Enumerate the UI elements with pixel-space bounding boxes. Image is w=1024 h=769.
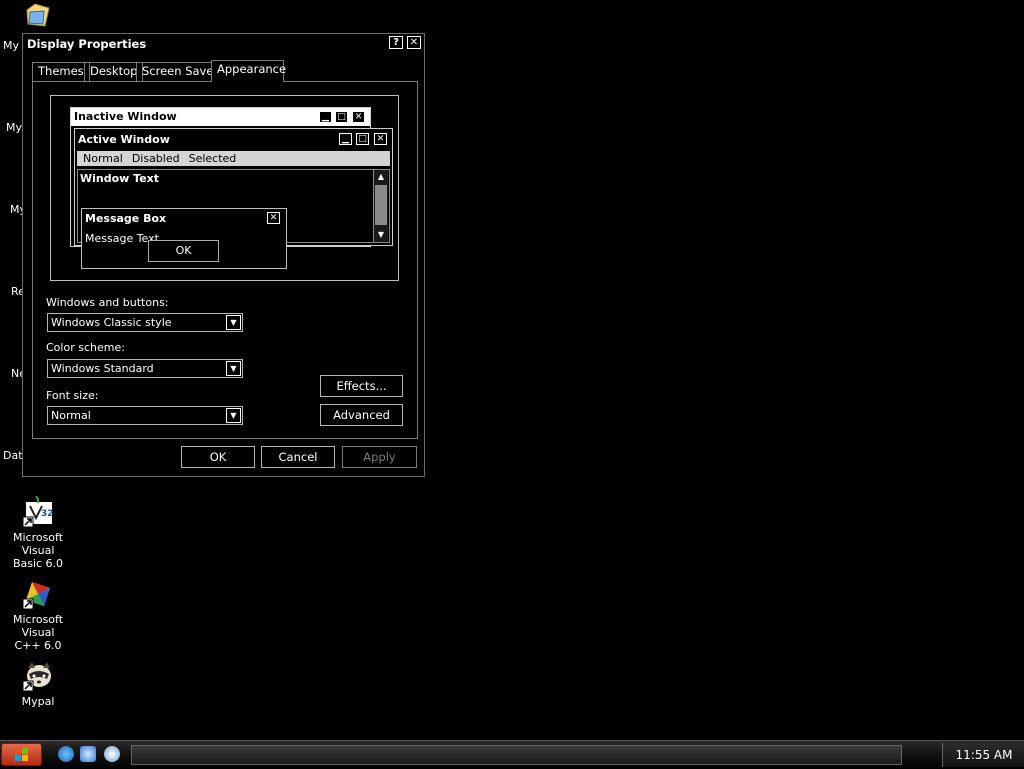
windows-buttons-select[interactable]: Windows Classic style ▼	[47, 313, 243, 332]
advanced-button[interactable]: Advanced	[320, 404, 403, 426]
effects-button[interactable]: Effects...	[320, 375, 403, 397]
close-icon: ✕	[352, 111, 365, 123]
desktop-icon-label: Mypal	[21, 695, 55, 708]
taskbar: 11:55 AM	[0, 740, 1024, 769]
cancel-button[interactable]: Cancel	[261, 446, 335, 468]
menu-selected: Selected	[188, 152, 237, 165]
visual-cpp-icon	[22, 578, 54, 610]
windows-buttons-value: Windows Classic style	[51, 316, 172, 329]
menu-disabled: Disabled	[131, 152, 180, 165]
minimize-icon: ▁	[319, 111, 332, 123]
windows-buttons-label: Windows and buttons:	[46, 296, 169, 309]
tab-themes[interactable]: Themes	[32, 62, 90, 81]
chevron-down-icon[interactable]: ▼	[226, 315, 241, 330]
preview-message-box: Message Box ✕ Message Text OK	[81, 208, 287, 269]
clock[interactable]: 11:55 AM	[942, 743, 1024, 767]
windows-logo-icon	[15, 748, 28, 761]
color-scheme-label: Color scheme:	[46, 341, 125, 354]
color-scheme-value: Windows Standard	[51, 362, 154, 375]
outlook-express-icon[interactable]	[80, 746, 96, 762]
tab-appearance[interactable]: Appearance	[211, 60, 286, 82]
close-icon: ✕	[267, 212, 280, 224]
dialog-title: Display Properties	[27, 37, 147, 51]
visual-basic-icon: 32	[22, 495, 54, 528]
chevron-down-icon[interactable]: ▼	[226, 408, 241, 423]
media-player-icon[interactable]	[104, 746, 120, 762]
close-icon: ✕	[374, 133, 387, 145]
preview-menu-bar: Normal Disabled Selected	[77, 151, 390, 166]
font-size-label: Font size:	[46, 389, 99, 402]
appearance-preview: Inactive Window ▁ □ ✕ Active Window ▁ □ …	[50, 95, 399, 281]
preview-ok-button: OK	[148, 240, 219, 262]
window-text: Window Text	[80, 172, 160, 185]
color-scheme-select[interactable]: Windows Standard ▼	[47, 359, 243, 378]
scroll-down-icon: ▼	[377, 230, 385, 239]
maximize-icon: □	[356, 133, 369, 145]
desktop-icon-vcpp6[interactable]: Microsoft Visual C++ 6.0	[0, 578, 76, 652]
desktop-icon-label: C++ 6.0	[14, 639, 62, 652]
desktop-icon-vb6[interactable]: 32 Microsoft Visual Basic 6.0	[0, 495, 76, 570]
tab-desktop[interactable]: Desktop	[84, 62, 144, 81]
font-size-select[interactable]: Normal ▼	[47, 406, 243, 425]
chevron-down-icon[interactable]: ▼	[226, 361, 241, 376]
desktop-icon-label: Basic 6.0	[12, 557, 64, 570]
help-button[interactable]: ?	[389, 36, 403, 49]
apply-button[interactable]: Apply	[342, 446, 417, 468]
maximize-icon: □	[335, 111, 348, 123]
desktop-icon-label: Microsoft Visual	[12, 531, 64, 557]
active-window-title: Active Window	[78, 133, 170, 146]
inactive-window-title: Inactive Window	[74, 110, 177, 123]
taskbar-buttons-area	[131, 745, 902, 765]
message-box-title: Message Box	[85, 212, 167, 225]
scroll-thumb	[375, 185, 387, 225]
raccoon-icon	[22, 660, 54, 692]
menu-normal: Normal	[83, 152, 123, 165]
scroll-up-icon: ▲	[377, 172, 385, 181]
display-properties-dialog: Display Properties ? ✕ Themes Desktop Sc…	[22, 33, 425, 477]
desktop-label-my-computer[interactable]: My	[6, 121, 22, 134]
desktop-icon-label: Microsoft Visual	[12, 613, 64, 639]
svg-text:32: 32	[41, 509, 54, 519]
internet-explorer-icon[interactable]	[58, 746, 74, 762]
preview-scrollbar: ▲ ▼	[373, 170, 388, 242]
font-size-value: Normal	[51, 409, 91, 422]
desktop-icon-mypal[interactable]: Mypal	[0, 660, 76, 708]
ok-button[interactable]: OK	[181, 446, 255, 468]
close-button[interactable]: ✕	[407, 36, 421, 49]
folder-icon[interactable]	[24, 2, 52, 28]
minimize-icon: ▁	[339, 133, 352, 145]
start-button[interactable]	[1, 743, 42, 766]
